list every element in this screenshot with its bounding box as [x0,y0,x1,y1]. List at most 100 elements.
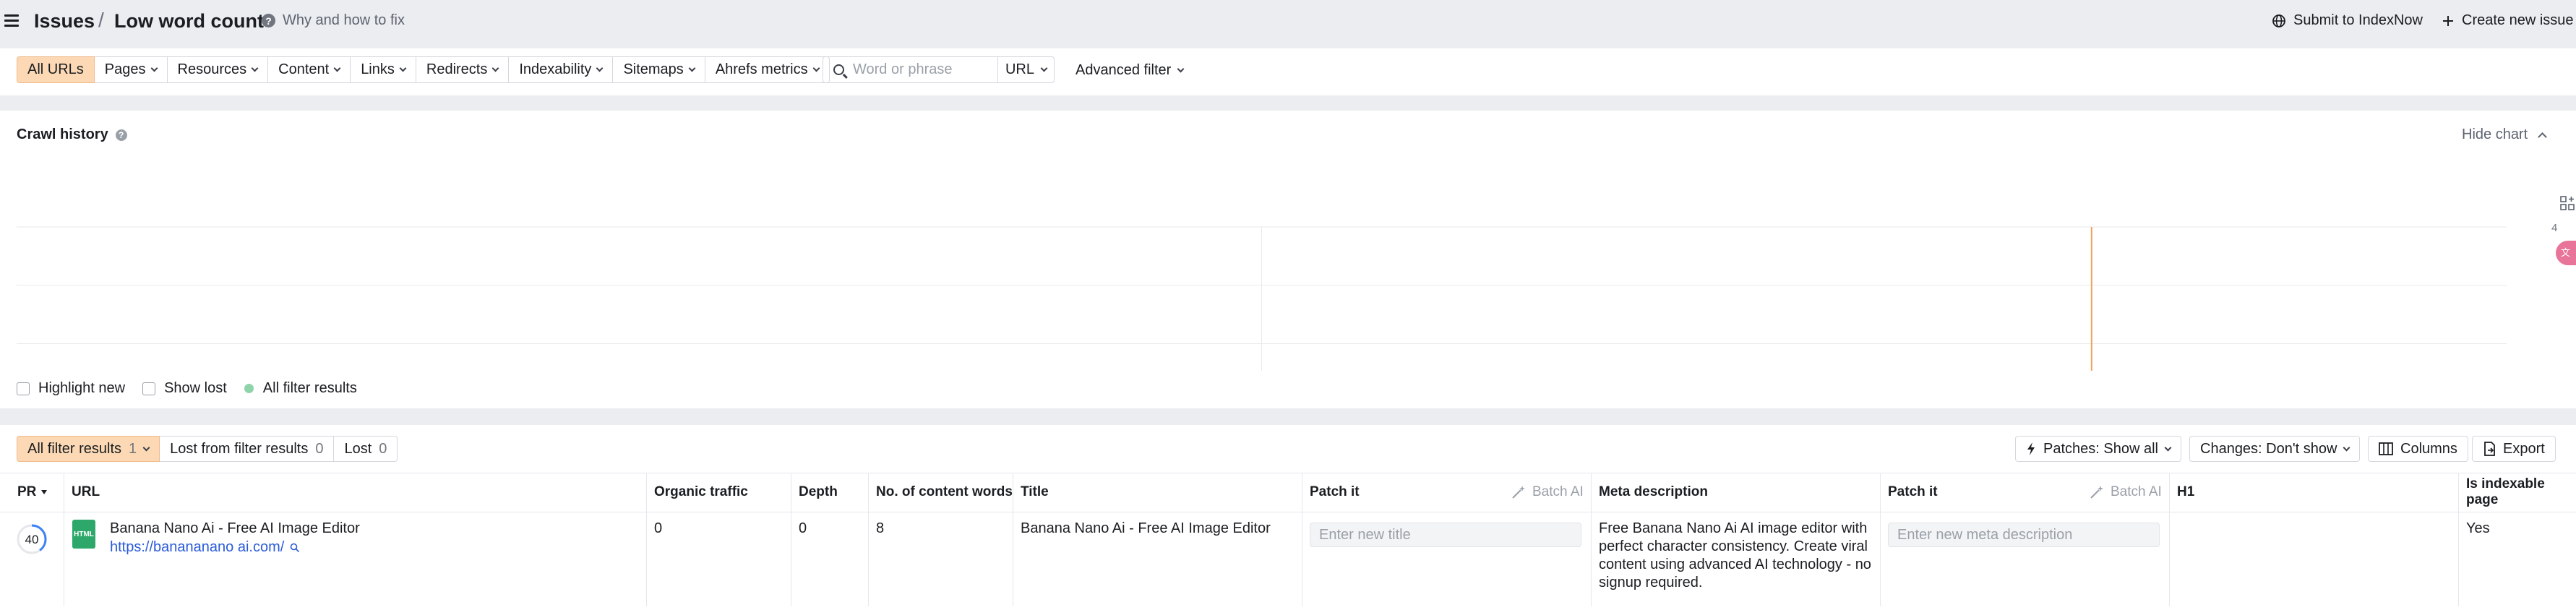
column-header-label: Depth [799,484,838,499]
patches-select[interactable]: Patches: Show all [2015,436,2181,462]
chevron-up-icon [2538,132,2548,142]
why-and-how-link[interactable]: ? Why and how to fix [262,12,405,29]
patch-meta-cell [1880,512,2169,606]
h1-cell [2169,512,2458,606]
column-header-depth[interactable]: Depth [791,473,868,512]
export-button[interactable]: Export [2472,436,2556,462]
export-icon [2484,442,2495,456]
filter-ahrefs-metrics[interactable]: Ahrefs metrics [705,56,830,83]
search-scope-select[interactable]: URL [997,56,1055,83]
grid-add-icon[interactable] [2556,192,2576,216]
html-file-icon: HTML [72,520,95,549]
chart-title-label: Crawl history [17,126,108,142]
filter-resources[interactable]: Resources [167,56,269,83]
chart-title: Crawl history ? [17,126,127,143]
changes-select[interactable]: Changes: Don't show [2189,436,2361,462]
search-icon[interactable] [290,543,300,553]
chevron-down-icon [812,64,820,72]
title-cell: Banana Nano Ai - Free AI Image Editor [1013,512,1302,606]
filter-bar: All URLs Pages Resources Content Links R… [0,48,2576,95]
advanced-filter-button[interactable]: Advanced filter [1076,62,1185,79]
column-header-organic-traffic[interactable]: Organic traffic [646,473,791,512]
translate-icon[interactable]: 文 [2556,241,2576,265]
filter-content[interactable]: Content [268,56,351,83]
submit-indexnow-label: Submit to IndexNow [2293,12,2423,28]
changes-label: Changes: Don't show [2200,440,2337,457]
column-header-label: Organic traffic [654,484,748,499]
filter-button-group: All URLs Pages Resources Content Links R… [17,56,830,83]
question-icon: ? [262,14,275,27]
url-link[interactable]: https://banananano ai.com/ [110,538,284,557]
meta-line: perfect character consistency. Create vi… [1599,538,1868,554]
filter-label: Resources [177,61,247,77]
columns-icon [2379,442,2393,455]
patch-title-cell [1302,512,1591,606]
column-header-label: Is indexable [2466,476,2545,491]
column-header-pr[interactable]: PR [10,473,64,512]
batch-ai-meta-button[interactable]: Batch AI [2089,473,2162,512]
tab-all-filter-results[interactable]: All filter results 1 [17,436,160,462]
filter-label: All URLs [27,61,84,77]
sort-desc-icon [41,490,48,494]
filter-all-urls[interactable]: All URLs [17,56,95,83]
batch-ai-label: Batch AI [2111,484,2162,499]
column-header-title[interactable]: Title [1013,473,1302,512]
chevron-down-icon [2164,444,2172,451]
tab-lost[interactable]: Lost 0 [334,436,398,462]
series-color-dot [244,384,254,393]
batch-ai-title-button[interactable]: Batch AI [1511,473,1584,512]
filter-links[interactable]: Links [351,56,416,83]
tab-count: 0 [379,440,387,457]
search-input[interactable] [853,61,983,78]
question-icon[interactable]: ? [115,129,127,141]
series-legend-item[interactable]: All filter results [244,380,357,397]
breadcrumb-issues[interactable]: Issues [34,10,95,33]
filter-indexability[interactable]: Indexability [509,56,614,83]
filter-sitemaps[interactable]: Sitemaps [613,56,705,83]
tab-lost-from-filter-results[interactable]: Lost from filter results 0 [160,436,335,462]
meta-line: content using advanced AI technology - n… [1599,557,1871,572]
globe-icon [2272,14,2285,27]
page-title: Low word count [114,10,264,32]
filter-pages[interactable]: Pages [94,56,168,83]
column-header-label: Patch it [1888,484,1938,499]
magic-wand-icon [1512,486,1525,499]
results-panel: All filter results 1 Lost from filter re… [0,425,2576,610]
chevron-down-icon [333,64,341,72]
export-label: Export [2503,440,2545,457]
column-header-content-words[interactable]: No. of content words [868,473,1013,512]
columns-button[interactable]: Columns [2368,436,2468,462]
chevron-down-icon [399,64,407,72]
crawl-history-chart: 0143 Sep4 Sep4 Sep [17,222,2557,371]
show-lost-label: Show lost [164,380,227,396]
column-header-label: No. of content words [876,484,1013,499]
show-lost-checkbox[interactable]: Show lost [142,380,227,397]
filter-redirects[interactable]: Redirects [416,56,510,83]
chevron-down-icon [491,64,499,72]
depth-cell: 0 [791,512,868,606]
column-header-label: page [2466,492,2499,507]
column-header-meta-description[interactable]: Meta description [1591,473,1880,512]
filter-label: Redirects [426,61,488,77]
patch-title-input[interactable] [1310,523,1581,547]
filter-label: Indexability [519,61,592,77]
checkbox[interactable] [17,382,30,395]
menu-icon[interactable] [4,14,19,27]
patch-meta-input[interactable] [1888,523,2160,547]
column-header-is-indexable[interactable]: Is indexable page [2458,473,2576,512]
filter-label: Pages [104,61,146,77]
hide-chart-button[interactable]: Hide chart [2462,126,2548,143]
patches-label: Patches: Show all [2043,440,2158,457]
submit-indexnow-button[interactable]: Submit to IndexNow [2272,12,2423,29]
tab-label: Lost [344,440,372,457]
meta-line: signup required. [1599,575,1703,590]
highlight-new-label: Highlight new [38,380,126,396]
search-scope-label: URL [1005,61,1034,77]
column-header-h1[interactable]: H1 [2169,473,2458,512]
pr-value: 40 [25,533,39,546]
create-issue-button[interactable]: Create new issue [2442,12,2574,29]
column-header-url[interactable]: URL [64,473,646,512]
pr-cell: 40 [10,512,64,606]
checkbox[interactable] [142,382,156,395]
highlight-new-checkbox[interactable]: Highlight new [17,380,125,397]
